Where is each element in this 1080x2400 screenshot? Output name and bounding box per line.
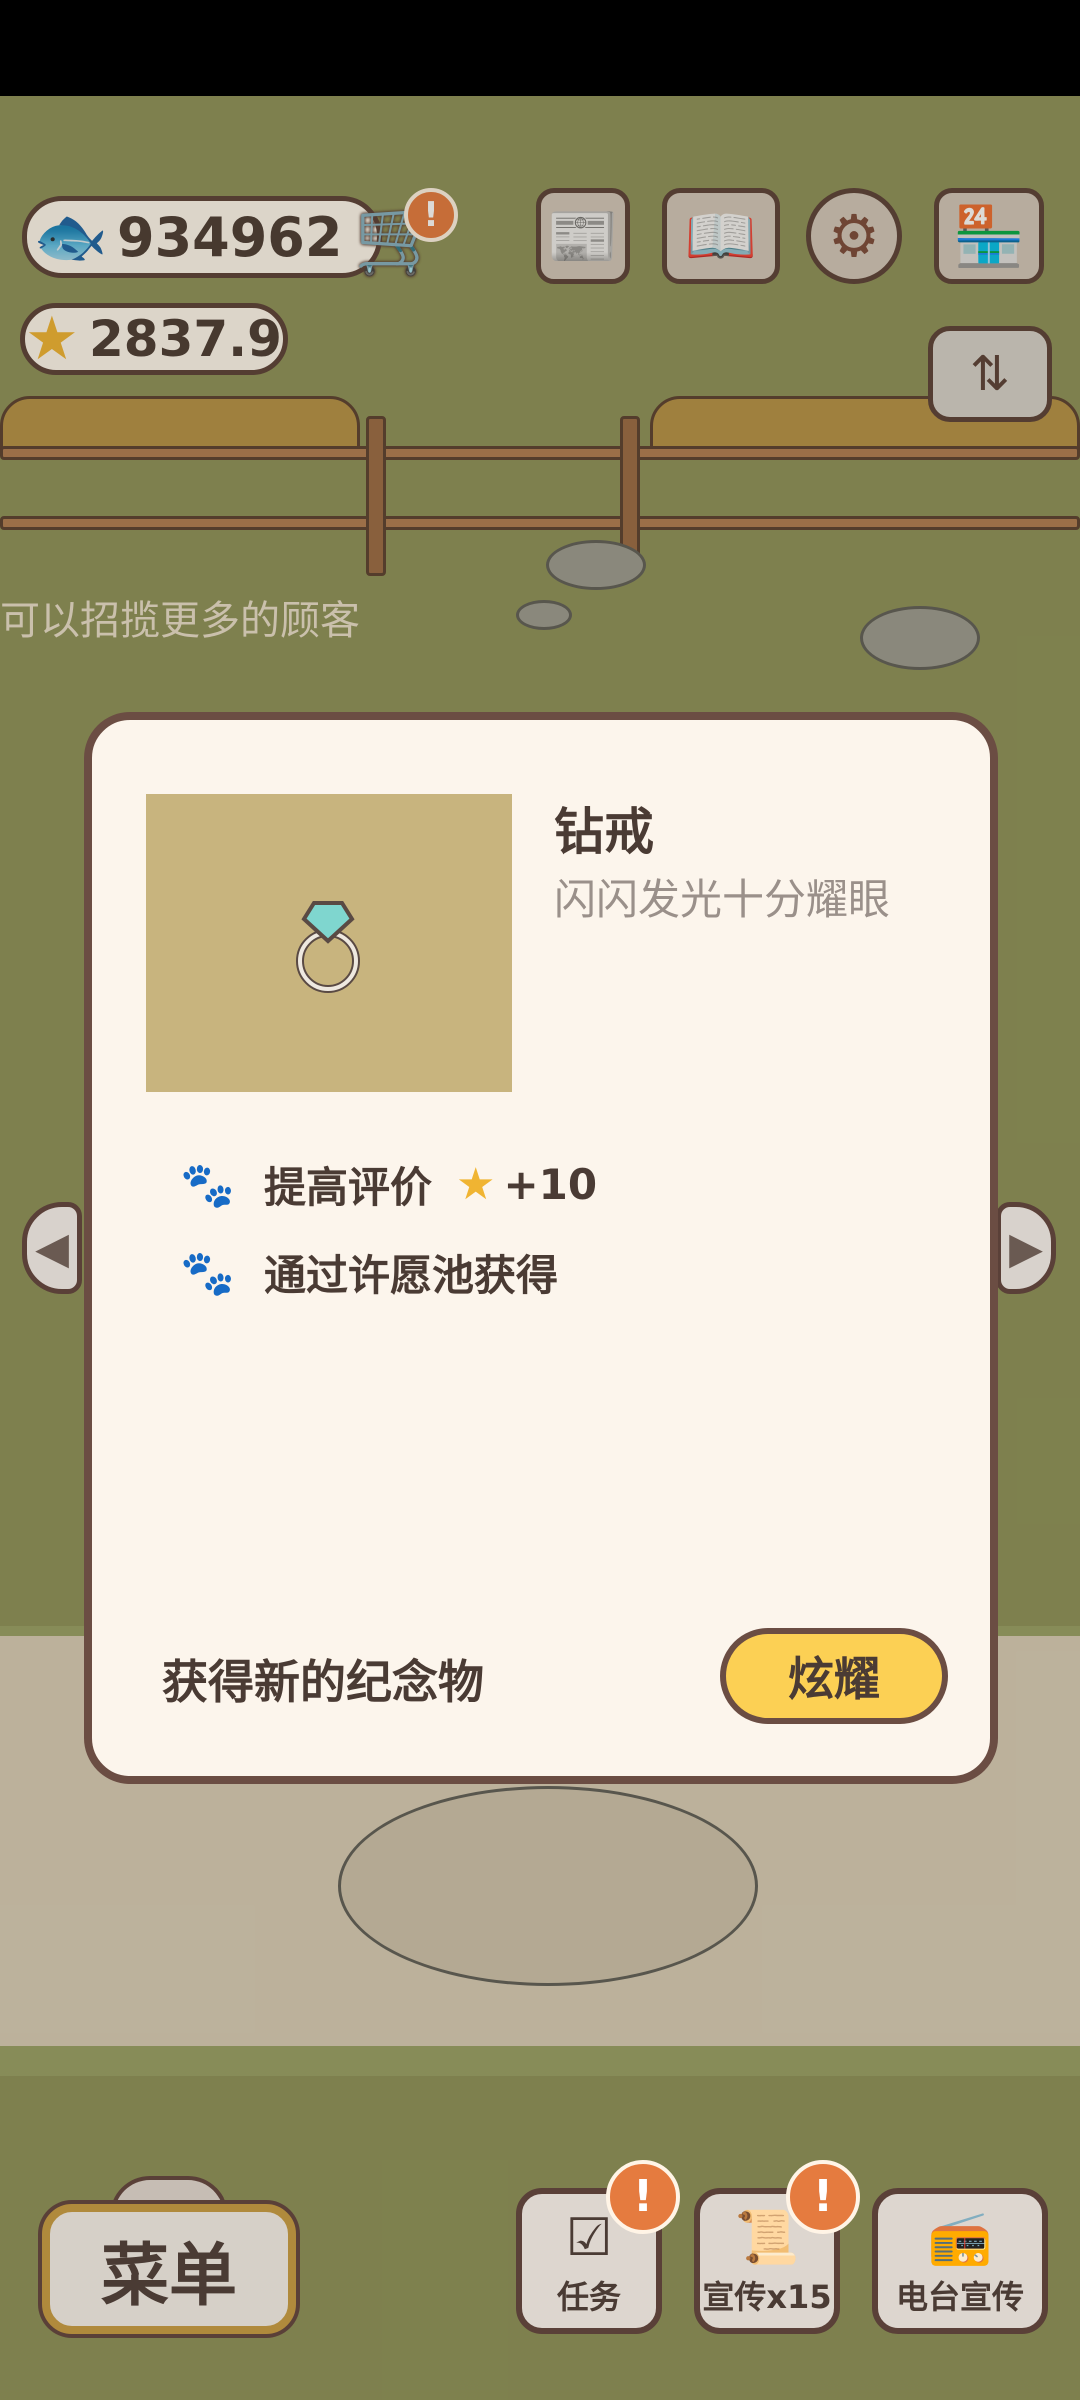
fence-post [366, 416, 386, 576]
promo-label: 宣传x15 [702, 2278, 832, 2316]
fence-rail [0, 446, 1080, 460]
alert-badge: ! [606, 2160, 680, 2234]
newspaper-icon: 📰 [546, 201, 620, 270]
paw-icon: 🐾 [180, 1159, 235, 1211]
item-description: 闪闪发光十分耀眼 [554, 875, 891, 924]
paw-icon: 🐾 [180, 1247, 235, 1299]
layout-toggle-icon: ⇅ [969, 346, 1011, 402]
alert-badge: ! [404, 188, 458, 242]
effect-value: +10 [503, 1160, 598, 1209]
star-icon: ★ [456, 1159, 496, 1210]
memento-dialog: 钻戒 闪闪发光十分耀眼 🐾 提高评价 ★ +10 🐾 通过许愿池获得 获得新的纪… [84, 712, 998, 1784]
status-bar [0, 0, 1080, 96]
star-rating-value: 2837.9 [89, 310, 282, 368]
path-edge [0, 2046, 1080, 2076]
settings-button[interactable]: ⚙ [806, 188, 902, 284]
radio-promo-label: 电台宣传 [895, 2278, 1024, 2316]
gear-icon: ⚙ [828, 202, 880, 270]
star-rating: ★ 2837.9 [20, 303, 288, 375]
effect-row: 🐾 提高评价 ★ +10 [180, 1154, 597, 1215]
radio-promo-button[interactable]: 📻 电台宣传 [872, 2188, 1048, 2334]
effect-label: 提高评价 [264, 1163, 433, 1212]
flyer-icon: 📜 [734, 2208, 800, 2268]
stepping-stone [516, 600, 572, 630]
radio-icon: 📻 [927, 2208, 993, 2268]
shop-button[interactable]: 🏪 [934, 188, 1044, 284]
source-text: 通过许愿池获得 [264, 1251, 559, 1300]
book-icon: 📖 [684, 201, 758, 270]
tasks-label: 任务 [556, 2278, 621, 2316]
shop-icon: 🏪 [952, 201, 1026, 270]
previous-arrow[interactable]: ◀ [22, 1202, 82, 1294]
new-memento-text: 获得新的纪念物 [162, 1655, 484, 1709]
stepping-stone [546, 540, 646, 590]
fish-currency: 🐟 934962 [22, 196, 382, 278]
item-image [146, 794, 512, 1092]
newspaper-button[interactable]: 📰 [536, 188, 630, 284]
layout-toggle-button[interactable]: ⇅ [928, 326, 1052, 422]
chevron-right-icon: ▶ [1009, 1222, 1043, 1274]
scene-hint-text: 可以招揽更多的顾客 [0, 598, 360, 644]
stone-pile [860, 606, 980, 670]
show-off-button[interactable]: 炫耀 [720, 1628, 948, 1724]
star-icon: ★ [25, 304, 79, 374]
book-button[interactable]: 📖 [662, 188, 780, 284]
source-row: 🐾 通过许愿池获得 [180, 1242, 558, 1303]
fish-count: 934962 [117, 205, 343, 269]
fish-icon: 🐟 [33, 202, 108, 272]
item-name: 钻戒 [554, 803, 654, 861]
wishing-pond [338, 1786, 758, 1986]
fence-rail [0, 516, 1080, 530]
checklist-icon: ☑ [565, 2208, 613, 2268]
alert-badge: ! [786, 2160, 860, 2234]
chevron-left-icon: ◀ [35, 1222, 69, 1274]
diamond-ring-icon [296, 901, 360, 993]
menu-button[interactable]: 菜单 [42, 2204, 296, 2334]
